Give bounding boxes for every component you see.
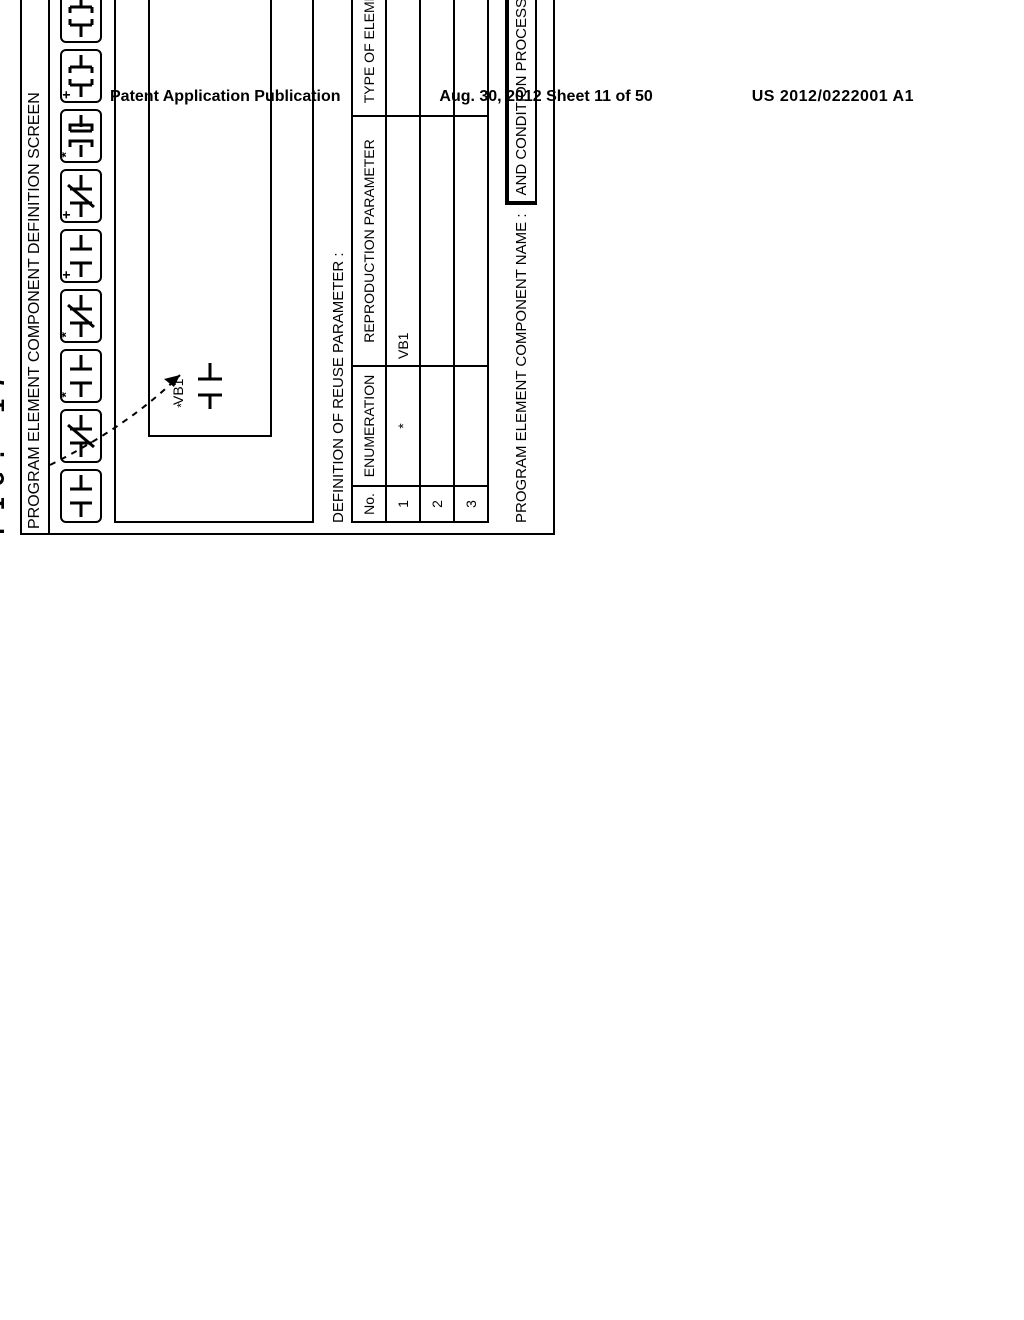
table-row: 1 * VB1 ▼ AND CONDITION RELAY STRING — [386, 0, 420, 522]
table-row: 2 ▼ — [420, 0, 454, 522]
window: PROGRAM ELEMENT COMPONENT DEFINITION SCR… — [20, 0, 555, 535]
cell-no: 3 — [454, 486, 488, 522]
tool-no-contact-plus[interactable]: + — [60, 229, 102, 283]
ladder-canvas[interactable]: VB1 * — [114, 0, 314, 523]
reuse-parameter-label: DEFINITION OF REUSE PARAMETER : — [324, 0, 351, 533]
tool-bracket-star[interactable]: + — [60, 49, 102, 103]
tool-bracket[interactable]: * — [60, 109, 102, 163]
cell-type[interactable]: ▼ — [386, 0, 420, 116]
placed-contact[interactable]: VB1 * — [174, 361, 230, 409]
ladder-rung-box: VB1 * — [148, 0, 272, 437]
cell-enum[interactable] — [420, 366, 454, 486]
canvas-row: VB1 * ▲ ■ ▼ — [108, 0, 324, 533]
tool-bracket-plus[interactable] — [60, 0, 102, 43]
tool-nc-contact-plus[interactable]: + — [60, 169, 102, 223]
placed-contact-label: VB1 — [170, 379, 186, 405]
cell-no: 1 — [386, 486, 420, 522]
dashed-arrow-icon — [40, 325, 200, 505]
cell-repro[interactable] — [454, 116, 488, 366]
cell-no: 2 — [420, 486, 454, 522]
param-table-wrap: No. ENUMERATION REPRODUCTION PARAMETER T… — [351, 0, 489, 533]
cell-repro[interactable]: VB1 — [386, 116, 420, 366]
cell-enum[interactable]: * — [386, 366, 420, 486]
figure-label: FIG. 17 — [0, 0, 12, 535]
component-name-label: PROGRAM ELEMENT COMPONENT NAME : — [513, 214, 530, 524]
th-no: No. — [352, 486, 386, 522]
cell-type[interactable]: ▼ — [420, 0, 454, 116]
cell-type[interactable]: ▼ — [454, 0, 488, 116]
cell-enum[interactable] — [454, 366, 488, 486]
component-name-value: AND CONDITION PROCESSING — [513, 0, 530, 196]
bottom-row: PROGRAM ELEMENT COMPONENT NAME : AND CON… — [489, 0, 553, 533]
th-type: TYPE OF ELEMENT COMPONENT — [352, 0, 386, 116]
reuse-parameter-table: No. ENUMERATION REPRODUCTION PARAMETER T… — [351, 0, 489, 523]
component-name-input[interactable]: AND CONDITION PROCESSING — [505, 0, 537, 206]
figure-area: FIG. 17 PROGRAM ELEMENT COMPONENT DEFINI… — [0, 0, 1024, 535]
th-repro: REPRODUCTION PARAMETER — [352, 116, 386, 366]
th-enum: ENUMERATION — [352, 366, 386, 486]
table-row: 3 ▼ — [454, 0, 488, 522]
cell-repro[interactable] — [420, 116, 454, 366]
